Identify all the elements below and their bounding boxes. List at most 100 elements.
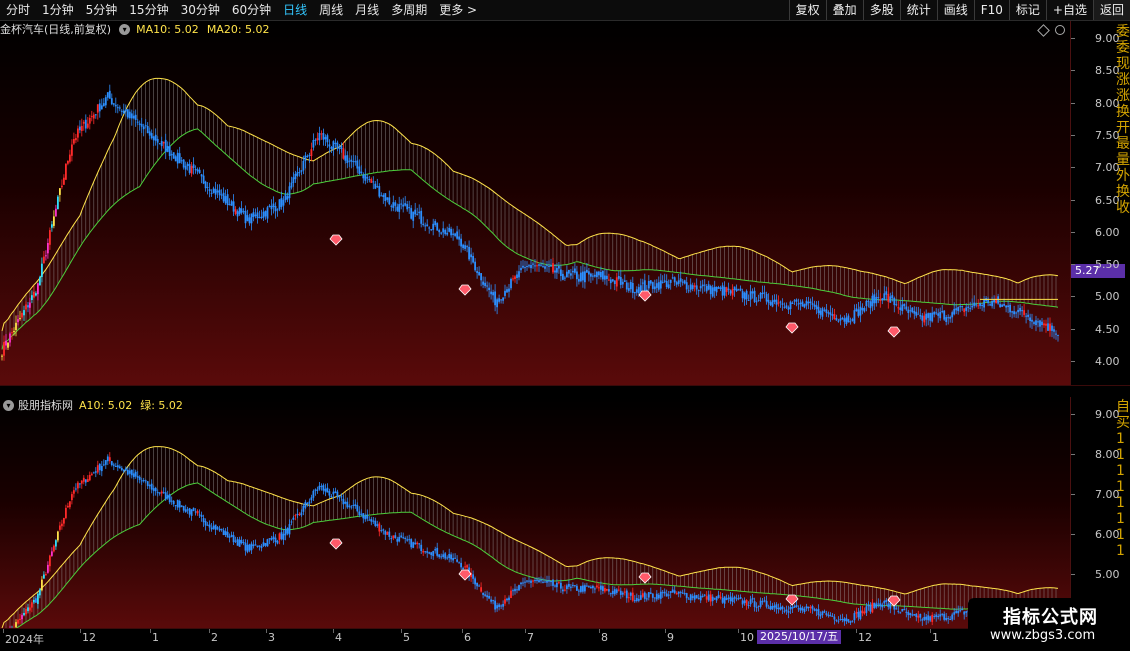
candle-body xyxy=(488,287,490,290)
candle-body xyxy=(570,273,572,276)
candle-body xyxy=(458,236,460,240)
candle-body xyxy=(923,617,926,620)
main-chart-pane[interactable]: 金杯汽车(日线,前复权) ▾ MA10: 5.02 MA20: 5.02 xyxy=(0,21,1070,385)
candle-body xyxy=(821,611,824,615)
candle-body xyxy=(827,312,830,314)
period-tab-10[interactable]: 更多 > xyxy=(433,0,483,20)
candle-body xyxy=(35,598,37,603)
candle-body xyxy=(899,612,902,614)
candle-body xyxy=(881,298,884,301)
candle-body xyxy=(248,217,251,224)
candle-body xyxy=(689,594,692,601)
toolbar-button-0[interactable]: 复权 xyxy=(788,0,826,20)
candle-body xyxy=(386,532,389,535)
period-tab-5[interactable]: 60分钟 xyxy=(226,0,277,20)
candle-body xyxy=(168,146,171,156)
candle-body xyxy=(568,269,570,274)
toolbar-button-6[interactable]: 标记 xyxy=(1008,0,1046,20)
candle-body xyxy=(310,497,313,501)
candle-body xyxy=(757,299,760,301)
period-tab-3[interactable]: 15分钟 xyxy=(123,0,174,20)
period-tab-0[interactable]: 分时 xyxy=(0,0,36,20)
date-label: 1 xyxy=(932,631,939,644)
candle-body xyxy=(779,606,782,610)
diamond-signal-icon[interactable] xyxy=(329,234,343,246)
candle-body xyxy=(653,597,656,599)
period-tab-6[interactable]: 日线 xyxy=(277,0,313,20)
candle-body xyxy=(669,591,672,593)
candle-body xyxy=(797,303,800,305)
indicator-chart[interactable] xyxy=(0,397,1070,628)
candle-body xyxy=(272,536,275,539)
toolbar-button-2[interactable]: 多股 xyxy=(862,0,900,20)
candle-body xyxy=(937,615,940,618)
candle-body xyxy=(240,208,243,213)
chevron-down-icon[interactable]: ▾ xyxy=(3,399,14,411)
candle-body xyxy=(546,580,548,583)
candle-body xyxy=(779,301,782,303)
date-label: 2024年 xyxy=(5,633,44,646)
period-tab-2[interactable]: 5分钟 xyxy=(80,0,124,20)
toolbar-button-5[interactable]: F10 xyxy=(973,0,1009,20)
candle-body xyxy=(713,286,716,291)
candle-body xyxy=(332,141,335,150)
indicator-pane[interactable]: ▾ 股朋指标网 A10: 5.02 绿: 5.02 xyxy=(0,397,1070,628)
candle-body xyxy=(186,509,189,511)
candle-body xyxy=(560,582,562,589)
candle-body xyxy=(598,587,600,589)
candle-body xyxy=(25,304,27,310)
candle-body xyxy=(723,286,726,296)
candle-body xyxy=(320,133,323,135)
candle-body xyxy=(594,588,596,590)
candle-body xyxy=(502,604,504,607)
candle-body xyxy=(218,189,221,196)
period-tab-4[interactable]: 30分钟 xyxy=(175,0,226,20)
candle-body xyxy=(1051,325,1053,331)
candle-body xyxy=(631,283,634,293)
chevron-down-icon[interactable]: ▾ xyxy=(119,23,131,35)
candle-body xyxy=(328,491,331,496)
candle-body xyxy=(544,581,546,583)
candle-body xyxy=(156,492,159,494)
candle-body xyxy=(75,488,77,490)
candle-body xyxy=(737,598,740,600)
candle-body xyxy=(937,313,940,316)
diamond-signal-icon[interactable] xyxy=(638,290,652,302)
diamond-signal-icon[interactable] xyxy=(887,326,901,338)
period-tab-7[interactable]: 周线 xyxy=(313,0,349,20)
candle-body xyxy=(344,155,347,161)
candle-body xyxy=(781,606,784,610)
candle-body xyxy=(877,603,880,605)
period-tab-8[interactable]: 月线 xyxy=(349,0,385,20)
diamond-signal-icon[interactable] xyxy=(329,538,343,550)
toolbar-button-3[interactable]: 统计 xyxy=(899,0,937,20)
cursor-date-tag: 2025/10/17/五 xyxy=(757,630,842,644)
date-tick xyxy=(665,629,666,633)
candle-body xyxy=(901,609,904,612)
candle-body xyxy=(673,590,676,594)
candle-body xyxy=(913,614,916,616)
toolbar-button-4[interactable]: 画线 xyxy=(936,0,974,20)
diamond-signal-icon[interactable] xyxy=(458,284,472,296)
candle-body xyxy=(188,164,191,173)
toolbar-button-8[interactable]: 返回 xyxy=(1092,0,1130,20)
candle-body xyxy=(51,224,53,228)
diamond-signal-icon[interactable] xyxy=(785,322,799,334)
candle-body xyxy=(827,614,830,616)
candle-body xyxy=(925,616,928,620)
candle-body xyxy=(931,614,934,622)
circle-icon[interactable] xyxy=(1055,25,1065,35)
candle-body xyxy=(829,312,832,315)
candle-body xyxy=(88,475,91,481)
candle-body xyxy=(322,485,325,491)
candle-body xyxy=(951,312,954,318)
period-tab-1[interactable]: 1分钟 xyxy=(36,0,80,20)
candle-body xyxy=(871,602,874,613)
toolbar-button-7[interactable]: +自选 xyxy=(1045,0,1093,20)
candle-body xyxy=(829,615,832,617)
candle-body xyxy=(799,607,802,611)
candle-body xyxy=(396,538,399,542)
period-tab-9[interactable]: 多周期 xyxy=(385,0,433,20)
toolbar-button-1[interactable]: 叠加 xyxy=(825,0,863,20)
kline-chart[interactable] xyxy=(0,21,1070,385)
